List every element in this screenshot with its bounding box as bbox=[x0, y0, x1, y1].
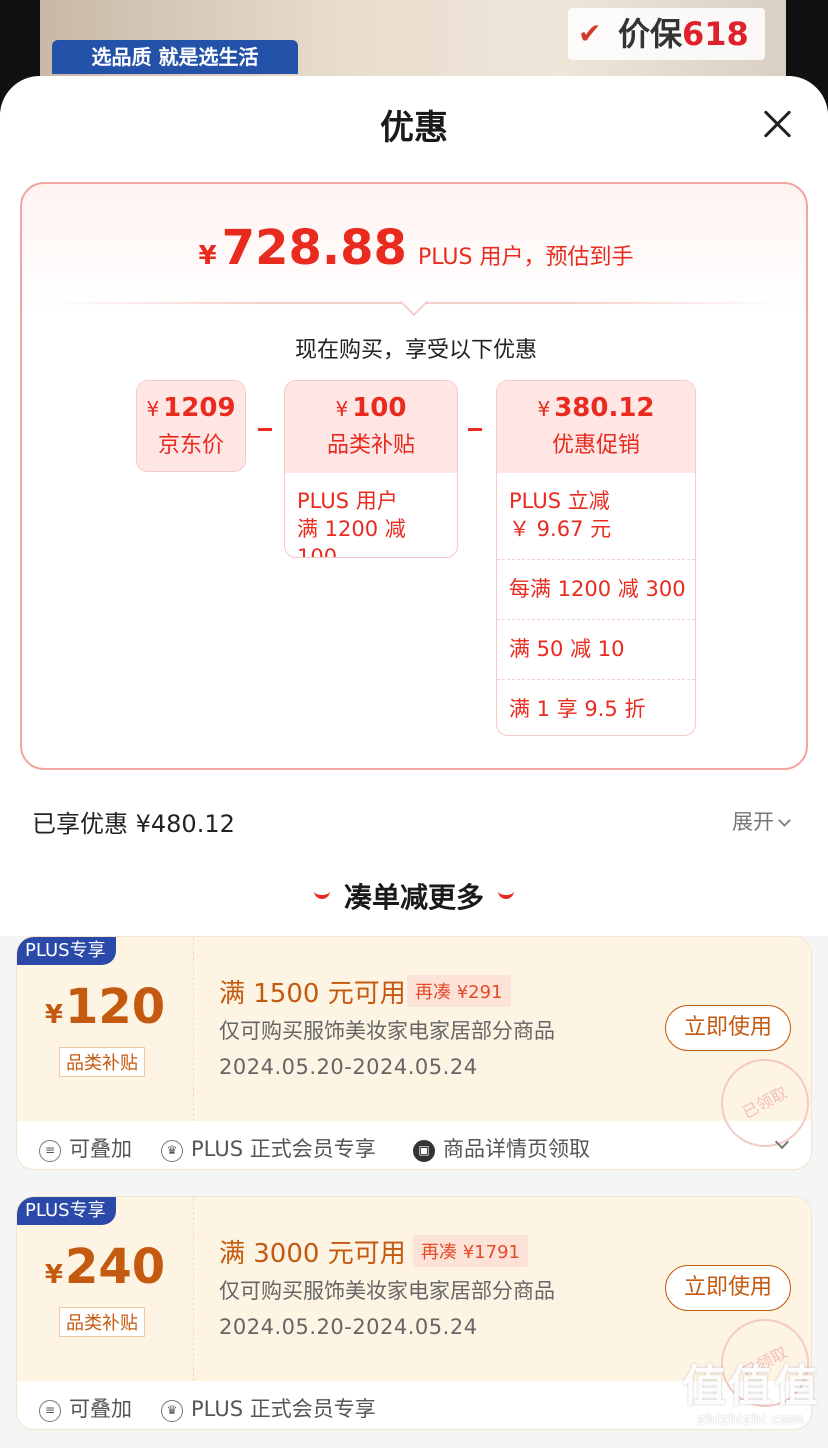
subsidy-detail: PLUS 用户 满 1200 减 100 bbox=[285, 473, 457, 558]
jd-price-box: ¥1209 京东价 bbox=[136, 380, 246, 472]
background-slogan: 选品质 就是选生活 bbox=[52, 40, 298, 74]
coupon-scope: 仅可购买服饰美妆家电家居部分商品 bbox=[219, 1279, 555, 1303]
estimated-note: PLUS 用户，预估到手 bbox=[418, 245, 634, 270]
promo-item-plus: PLUS 立减 ￥ 9.67 元 bbox=[497, 473, 695, 559]
section-title: 凑单减更多 bbox=[0, 876, 828, 916]
coupon-separator bbox=[193, 1197, 194, 1381]
subsidy-detail-line2: 满 1200 减 100 bbox=[297, 517, 406, 558]
section-title-text: 凑单减更多 bbox=[343, 881, 484, 914]
subsidy-amount: ¥100 bbox=[335, 393, 407, 423]
discount-sheet: 优惠 ¥ 728.88 PLUS 用户，预估到手 现在购买，享受以下优惠 ¥12… bbox=[0, 76, 828, 1448]
feature-stackable: ≡ 可叠加 bbox=[39, 1133, 132, 1163]
subsidy-box: ¥100 品类补贴 PLUS 用户 满 1200 减 100 bbox=[284, 380, 458, 558]
subsidy-detail-line1: PLUS 用户 bbox=[297, 489, 398, 513]
chevron-down-icon[interactable] bbox=[774, 1134, 790, 1150]
promotion-box: ¥380.12 优惠促销 PLUS 立减 ￥ 9.67 元 每满 1200 减 … bbox=[496, 380, 696, 736]
now-buy-text: 现在购买，享受以下优惠 bbox=[294, 338, 537, 363]
coupon-card: PLUS专享 ¥120 品类补贴 满 1500 元可用 再凑 ¥291 仅可购买… bbox=[16, 936, 812, 1170]
plus-exclusive-tag: PLUS专享 bbox=[17, 1197, 116, 1225]
smile-right-icon bbox=[498, 891, 514, 899]
feature-plus-member: ♛ PLUS 正式会员专享 bbox=[161, 1133, 376, 1163]
estimated-currency: ¥ bbox=[198, 241, 217, 271]
coupon-type: 品类补贴 bbox=[59, 1047, 145, 1077]
coupon-date: 2024.05.20-2024.05.24 bbox=[219, 1055, 478, 1079]
stack-icon: ≡ bbox=[39, 1140, 61, 1162]
plus-exclusive-tag: PLUS专享 bbox=[17, 937, 116, 965]
watermark-url: zhizhizhi.com bbox=[697, 1412, 805, 1428]
subsidy-label: 品类补贴 bbox=[326, 433, 415, 458]
sheet-title: 优惠 bbox=[380, 108, 448, 148]
minus-sign bbox=[258, 428, 272, 431]
jd-price-amount: ¥1209 bbox=[146, 393, 236, 423]
price-card: ¥ 728.88 PLUS 用户，预估到手 现在购买，享受以下优惠 ¥1209 … bbox=[20, 182, 808, 770]
use-now-button[interactable]: 立即使用 bbox=[665, 1005, 791, 1051]
subsidy-head: ¥100 品类补贴 bbox=[285, 381, 457, 473]
coupon-gap-badge: 再凑 ¥1791 bbox=[413, 1235, 528, 1267]
coupon-condition: 满 1500 元可用 bbox=[219, 979, 406, 1009]
minus-sign bbox=[468, 428, 482, 431]
promo-item: 满 1 享 9.5 折 bbox=[497, 679, 695, 735]
feature-detail-page: ▣ 商品详情页领取 bbox=[413, 1133, 590, 1163]
divider-notch bbox=[399, 287, 429, 317]
coupon-gap-badge: 再凑 ¥291 bbox=[407, 975, 511, 1007]
badge-accent: 618 bbox=[682, 15, 749, 53]
promo-item: 满 50 减 10 bbox=[497, 619, 695, 679]
coupon-date: 2024.05.20-2024.05.24 bbox=[219, 1315, 478, 1339]
coupon-separator bbox=[193, 937, 194, 1121]
coupon-amount: ¥120 bbox=[44, 979, 166, 1035]
ticket-icon: ▣ bbox=[413, 1140, 435, 1162]
watermark: 值值值 zhizhizhi.com bbox=[676, 1361, 826, 1429]
smile-left-icon bbox=[313, 891, 330, 899]
estimated-price-row: ¥ 728.88 PLUS 用户，预估到手 bbox=[22, 220, 810, 276]
stack-icon: ≡ bbox=[39, 1400, 61, 1422]
jd-price-head: ¥1209 京东价 bbox=[137, 381, 245, 471]
promo-plus-line1: PLUS 立减 bbox=[509, 489, 610, 513]
badge-check-icon: ✔ bbox=[578, 17, 602, 50]
badge-prefix: 价保 bbox=[618, 15, 683, 53]
expand-label: 展开 bbox=[732, 810, 774, 834]
expand-button[interactable]: 展开 bbox=[732, 806, 791, 836]
background-badge: ✔ 价保618 bbox=[568, 8, 765, 60]
coupon-scope: 仅可购买服饰美妆家电家居部分商品 bbox=[219, 1019, 555, 1043]
crown-icon: ♛ bbox=[161, 1400, 183, 1422]
coupon-footer: ≡ 可叠加 ♛ PLUS 正式会员专享 ▣ 商品详情页领取 bbox=[17, 1127, 811, 1167]
jd-price-label: 京东价 bbox=[157, 433, 224, 458]
estimated-price: 728.88 bbox=[221, 220, 407, 276]
promotion-head: ¥380.12 优惠促销 bbox=[497, 381, 695, 473]
watermark-logo: 值值值 bbox=[682, 1361, 820, 1412]
crown-icon: ♛ bbox=[161, 1140, 183, 1162]
promotion-amount: ¥380.12 bbox=[537, 393, 655, 423]
chevron-down-icon bbox=[778, 814, 791, 827]
promo-item: 每满 1200 减 300 bbox=[497, 559, 695, 619]
enjoyed-discount: 已享优惠 ¥480.12 bbox=[32, 810, 235, 838]
close-icon[interactable] bbox=[756, 104, 800, 148]
feature-plus-member: ♛ PLUS 正式会员专享 bbox=[161, 1393, 376, 1423]
promo-plus-line2: ￥ 9.67 元 bbox=[509, 517, 612, 541]
use-now-button[interactable]: 立即使用 bbox=[665, 1265, 791, 1311]
coupon-amount: ¥240 bbox=[44, 1239, 166, 1295]
feature-stackable: ≡ 可叠加 bbox=[39, 1393, 132, 1423]
promotion-label: 优惠促销 bbox=[551, 433, 640, 458]
coupon-condition: 满 3000 元可用 bbox=[219, 1239, 406, 1269]
coupon-type: 品类补贴 bbox=[59, 1307, 145, 1337]
